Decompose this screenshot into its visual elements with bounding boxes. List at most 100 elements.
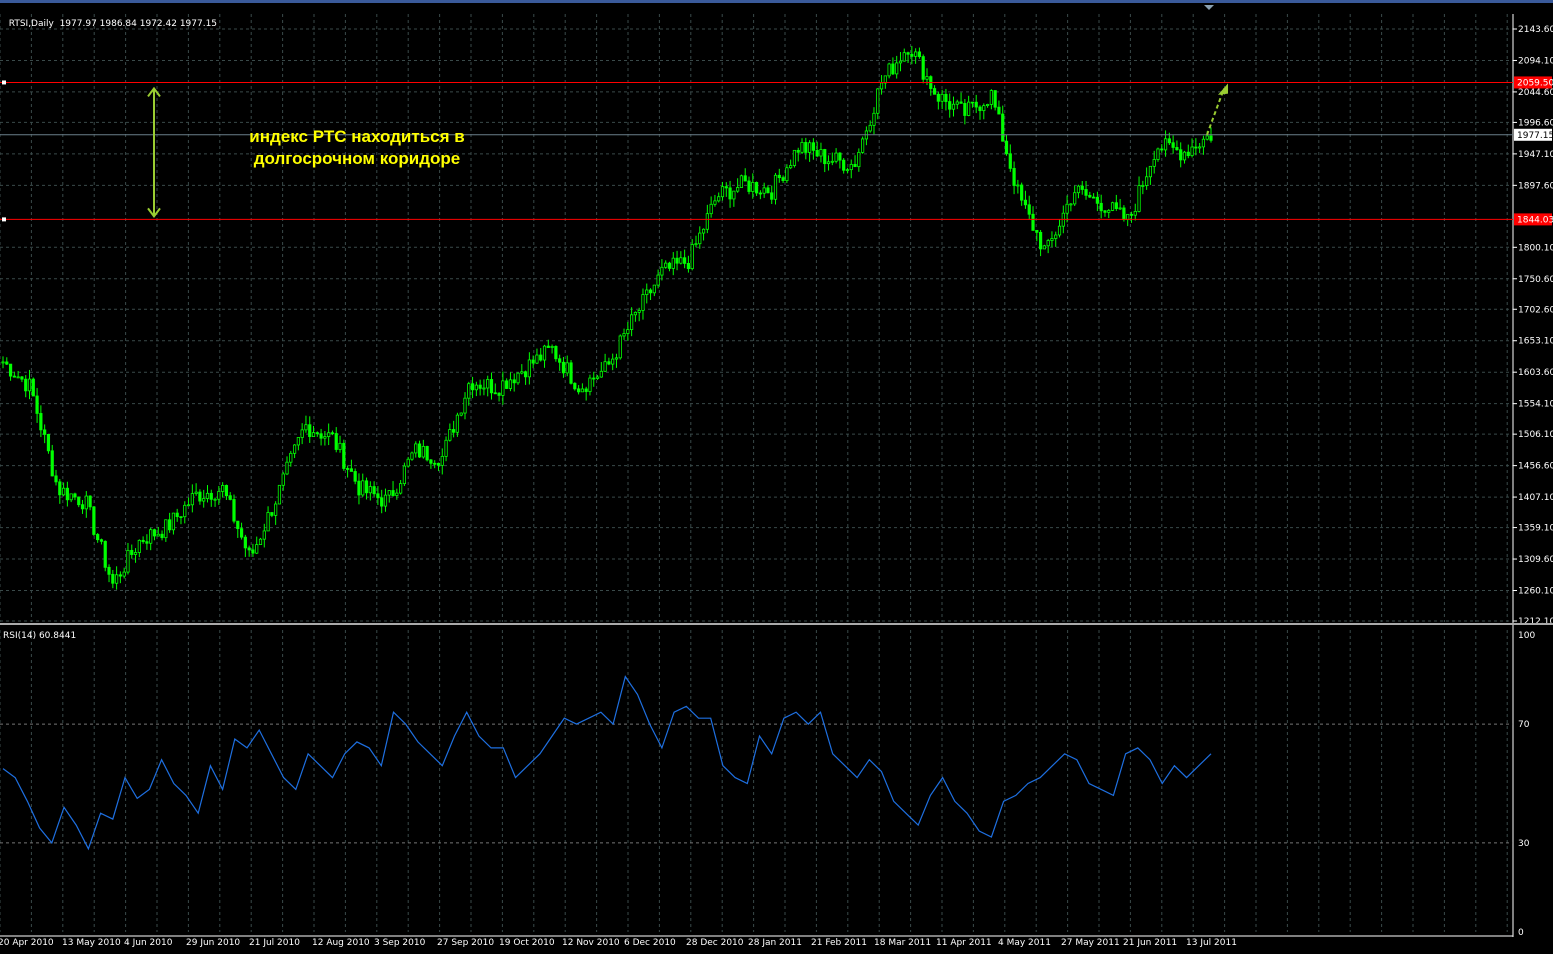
candle-body	[1065, 203, 1069, 214]
candle-body	[1004, 140, 1009, 155]
candle-body	[1175, 147, 1179, 151]
candle-body	[982, 105, 986, 112]
candle-body	[709, 203, 713, 215]
candle-body	[1194, 146, 1198, 149]
candle-body	[607, 361, 611, 365]
candle-body	[1027, 204, 1031, 215]
forecast-arrow-head-icon	[1218, 83, 1228, 95]
candle-body	[1008, 153, 1012, 169]
candle-body	[236, 520, 240, 530]
corridor-annotation: индекс РТС находиться в долгосрочном кор…	[212, 126, 502, 170]
candle-body	[834, 152, 838, 162]
candle-body	[383, 494, 388, 507]
candle-body	[1057, 225, 1062, 236]
candle-body	[898, 60, 903, 64]
candle-body	[1118, 207, 1122, 210]
candle-body	[622, 333, 626, 337]
candle-body	[133, 552, 138, 555]
candle-body	[762, 187, 766, 194]
candle-body	[402, 465, 407, 485]
candle-body	[406, 458, 410, 467]
candle-body	[887, 63, 891, 77]
candle-body	[224, 485, 229, 497]
candle-body	[1160, 148, 1164, 151]
x-tick-label: 27 Sep 2010	[437, 938, 494, 948]
symbol-label: RTSI,Daily	[8, 19, 54, 29]
candle-body	[1129, 213, 1134, 216]
candle-body	[777, 174, 781, 179]
y-tick-label: 1506.10	[1518, 430, 1553, 440]
candle-body	[713, 200, 717, 205]
candle-body	[1, 361, 5, 364]
candle-body	[823, 149, 827, 165]
candle-body	[410, 452, 414, 460]
current-price-label: 1977.15	[1517, 131, 1553, 141]
candle-body	[925, 76, 929, 80]
x-tick-label: 21 Jun 2011	[1123, 938, 1177, 948]
candle-body	[1042, 245, 1046, 250]
x-tick-label: 12 Aug 2010	[312, 938, 370, 948]
candle-body	[99, 539, 104, 542]
candle-body	[527, 359, 531, 378]
candle-body	[1035, 229, 1039, 233]
candle-body	[292, 444, 297, 454]
candle-body	[963, 102, 967, 116]
candle-body	[830, 160, 834, 163]
candle-body	[145, 541, 149, 544]
candle-body	[1012, 167, 1016, 186]
candle-body	[361, 480, 365, 496]
rsi-tick-label: 100	[1518, 631, 1535, 641]
candle-body	[652, 284, 656, 294]
candle-body	[213, 498, 217, 501]
forecast-arrow-shaft	[1206, 88, 1225, 136]
title-strip	[0, 0, 1553, 3]
candle-body	[372, 486, 376, 495]
y-tick-label: 1653.10	[1518, 337, 1553, 347]
candle-body	[758, 192, 762, 195]
candle-body	[152, 529, 157, 537]
candle-body	[1095, 196, 1099, 204]
candle-body	[997, 106, 1001, 115]
candle-body	[243, 536, 247, 549]
candle-body	[164, 519, 168, 539]
candle-body	[671, 257, 675, 269]
candle-body	[1122, 207, 1126, 221]
candle-body	[656, 274, 660, 286]
candle-body	[497, 392, 501, 396]
candle-body	[39, 413, 43, 431]
rsi-line	[2, 675, 1212, 851]
candle-body	[194, 491, 198, 494]
candle-body	[520, 371, 524, 374]
candle-body	[826, 161, 831, 165]
candle-body	[130, 549, 134, 555]
candle-body	[849, 163, 853, 171]
candle-body	[811, 142, 815, 151]
candle-body	[842, 159, 846, 171]
candle-body	[819, 149, 823, 157]
candle-body	[978, 106, 982, 112]
candle-body	[482, 387, 486, 390]
candle-body	[539, 354, 543, 361]
candle-body	[1099, 202, 1103, 212]
y-tick-label: 1947.10	[1518, 150, 1553, 160]
candle-body	[974, 101, 978, 108]
candle-body	[308, 424, 312, 437]
candle-body	[198, 491, 202, 502]
candle-body	[217, 491, 221, 500]
candle-body	[1152, 159, 1156, 167]
candle-body	[186, 504, 191, 507]
candle-body	[592, 377, 596, 380]
candle-body	[171, 512, 176, 531]
candle-body	[728, 187, 732, 200]
candle-body	[35, 395, 39, 414]
candle-body	[1103, 210, 1107, 213]
candle-body	[1092, 196, 1096, 199]
candle-body	[417, 443, 422, 458]
candle-body	[857, 151, 861, 168]
candle-body	[660, 266, 664, 276]
candle-body	[565, 362, 569, 374]
candle-body	[183, 504, 187, 518]
candle-body	[804, 142, 808, 153]
candle-body	[936, 93, 940, 102]
x-tick-label: 12 Nov 2010	[562, 938, 620, 948]
